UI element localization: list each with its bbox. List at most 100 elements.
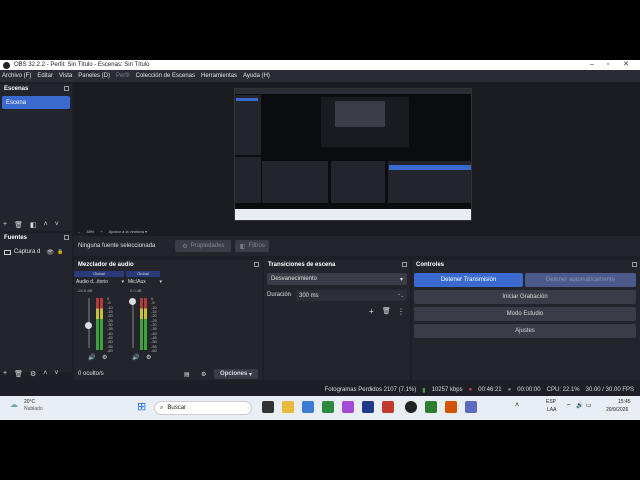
add-transition-icon[interactable]: + <box>369 307 374 316</box>
fps: 30.00 / 30.00 FPS <box>585 387 634 393</box>
scene-filters-icon[interactable]: ◧ <box>30 221 37 229</box>
speaker-icon[interactable]: 🔊 <box>88 354 95 361</box>
task-view-icon[interactable] <box>262 401 274 413</box>
duration-input[interactable]: 300 ms ⌃⌄ <box>296 290 407 301</box>
taskbar-search[interactable]: ⌕ Buscar <box>154 401 252 415</box>
chevron-down-icon: ▾ <box>121 279 124 285</box>
photoshop-icon[interactable] <box>362 401 374 413</box>
close-icon[interactable]: ✕ <box>618 60 634 70</box>
mixer-footer: 0 oculto/s ▤ ⚙ Opciones ▾ <box>74 368 262 380</box>
scenes-header: Escenas <box>0 84 72 94</box>
level-meter <box>144 298 147 350</box>
preview-canvas[interactable] <box>234 88 472 221</box>
volume-slider-track[interactable] <box>132 298 134 348</box>
chevron-up-icon[interactable]: ˄ <box>515 402 519 409</box>
remove-transition-icon[interactable]: 🗑 <box>382 307 391 315</box>
channel-name[interactable]: Mic/Aux ▾ <box>128 279 162 287</box>
maximize-icon[interactable]: ▫ <box>600 60 616 70</box>
menu-paneles[interactable]: Paneles (D) <box>78 73 110 79</box>
menu-coleccion[interactable]: Colección de Escenas <box>136 73 195 79</box>
transition-select[interactable]: Desvanecimiento ▾ <box>267 273 407 285</box>
menu-herramientas[interactable]: Herramientas <box>201 73 237 79</box>
scene-item-escena[interactable]: Escena <box>2 96 70 109</box>
source-settings-icon[interactable]: ⚙ <box>30 370 36 378</box>
app-icon[interactable] <box>382 401 394 413</box>
app-icon[interactable] <box>342 401 354 413</box>
duration-label: Duración <box>267 292 292 298</box>
file-explorer-icon[interactable] <box>282 401 294 413</box>
keyboard-layout[interactable]: LAA <box>547 407 556 413</box>
fit-window-dropdown[interactable]: Ajustar a la ventana ▾ <box>109 229 147 234</box>
zoom-in-icon[interactable]: + <box>100 229 102 234</box>
filters-button[interactable]: ◧ Filtros <box>235 240 270 252</box>
source-item[interactable]: Captura d 👁 🔒 <box>4 247 70 257</box>
channel-name[interactable]: Audio d...itorio ▾ <box>76 279 124 287</box>
level-meter <box>140 298 143 350</box>
move-down-icon[interactable]: ˅ <box>54 370 58 377</box>
title-bar: OBS 32.2.2 - Perfil: Sin Título - Escena… <box>0 60 640 70</box>
channel-settings-icon[interactable]: ⚙ <box>146 354 151 361</box>
obs-taskbar-icon[interactable] <box>405 401 417 413</box>
move-up-icon[interactable]: ˄ <box>43 370 47 377</box>
lock-icon[interactable]: 🔒 <box>57 249 63 255</box>
menu-bar: Archivo (F) Editar Vista Paneles (D) Per… <box>0 70 640 82</box>
options-button[interactable]: Opciones ▾ <box>214 369 258 379</box>
clock-date[interactable]: 20/9/2026 <box>606 407 628 413</box>
studio-mode-button[interactable]: Modo Estudio <box>414 307 636 321</box>
eye-icon[interactable]: 👁 <box>46 249 54 256</box>
signal-icon: ▮ <box>422 387 426 394</box>
no-source-label: Ninguna fuente seleccionada <box>78 243 156 249</box>
move-up-icon[interactable]: ˄ <box>44 221 48 228</box>
channel-settings-icon[interactable]: ⚙ <box>102 354 107 361</box>
app-icon[interactable] <box>445 401 457 413</box>
obs-window: OBS 32.2.2 - Perfil: Sin Título - Escena… <box>0 60 640 420</box>
menu-editar[interactable]: Editar <box>37 73 53 79</box>
undock-icon[interactable] <box>632 262 637 267</box>
settings-button[interactable]: Ajustes <box>414 324 636 338</box>
properties-button[interactable]: ⚙ Propiedades <box>175 240 232 252</box>
monitor-icon <box>4 249 11 255</box>
remove-scene-icon[interactable]: 🗑 <box>14 221 23 229</box>
menu-vista[interactable]: Vista <box>59 73 72 79</box>
transitions-header: Transiciones de escena <box>264 260 410 270</box>
add-scene-icon[interactable]: + <box>3 221 7 228</box>
undock-icon[interactable] <box>254 262 259 267</box>
volume-slider-handle[interactable] <box>129 298 136 305</box>
db-tick-label: -60 <box>107 348 113 353</box>
volume-icon[interactable]: 🔊 <box>576 402 583 409</box>
add-source-icon[interactable]: + <box>3 370 7 377</box>
chrome-icon[interactable] <box>322 401 334 413</box>
scenes-toolbar: + 🗑 ◧ ˄ ˅ <box>0 219 72 230</box>
more-options-icon[interactable]: ⋮ <box>397 307 405 316</box>
speaker-icon[interactable]: 🔊 <box>132 354 139 361</box>
battery-icon[interactable]: ▭ <box>586 402 592 409</box>
move-down-icon[interactable]: ˅ <box>55 221 59 228</box>
stop-stream-button[interactable]: Detener Transmisión <box>414 273 523 287</box>
zoom-out-icon[interactable]: – <box>78 229 80 234</box>
minimize-icon[interactable]: – <box>584 60 600 70</box>
mixer-advanced-icon[interactable]: ⚙ <box>201 371 206 378</box>
app-icon[interactable] <box>465 401 477 413</box>
rec-time: 00:00:00 <box>517 387 541 393</box>
menu-archivo[interactable]: Archivo (F) <box>2 73 31 79</box>
stop-auto-button[interactable]: Detener automáticamente <box>525 273 636 287</box>
window-title: OBS 32.2.2 - Perfil: Sin Título - Escena… <box>14 62 150 68</box>
language-code[interactable]: ESP <box>546 399 556 405</box>
windows-start-icon[interactable]: ⊞ <box>137 400 146 413</box>
menu-ayuda[interactable]: Ayuda (H) <box>243 73 270 79</box>
remove-source-icon[interactable]: 🗑 <box>14 370 23 378</box>
filter-icon: ◧ <box>239 243 246 250</box>
undock-icon[interactable] <box>64 235 69 240</box>
menu-perfil[interactable]: Perfil <box>116 73 130 79</box>
taskbar: ☁ 20°C Nublado ⊞ ⌕ Buscar ˄ ESP LAA ⌔ 🔊 ▭… <box>0 396 640 420</box>
mixer-layout-icon[interactable]: ▤ <box>184 371 190 378</box>
clock-time[interactable]: 15:45 <box>618 399 631 405</box>
wifi-icon[interactable]: ⌔ <box>566 402 572 410</box>
volume-slider-handle[interactable] <box>85 322 92 329</box>
start-recording-button[interactable]: Iniciar Grabación <box>414 290 636 304</box>
store-icon[interactable] <box>302 401 314 413</box>
channel-db: 0.0 dB <box>130 288 142 293</box>
excel-icon[interactable] <box>425 401 437 413</box>
undock-icon[interactable] <box>64 86 69 91</box>
undock-icon[interactable] <box>402 262 407 267</box>
